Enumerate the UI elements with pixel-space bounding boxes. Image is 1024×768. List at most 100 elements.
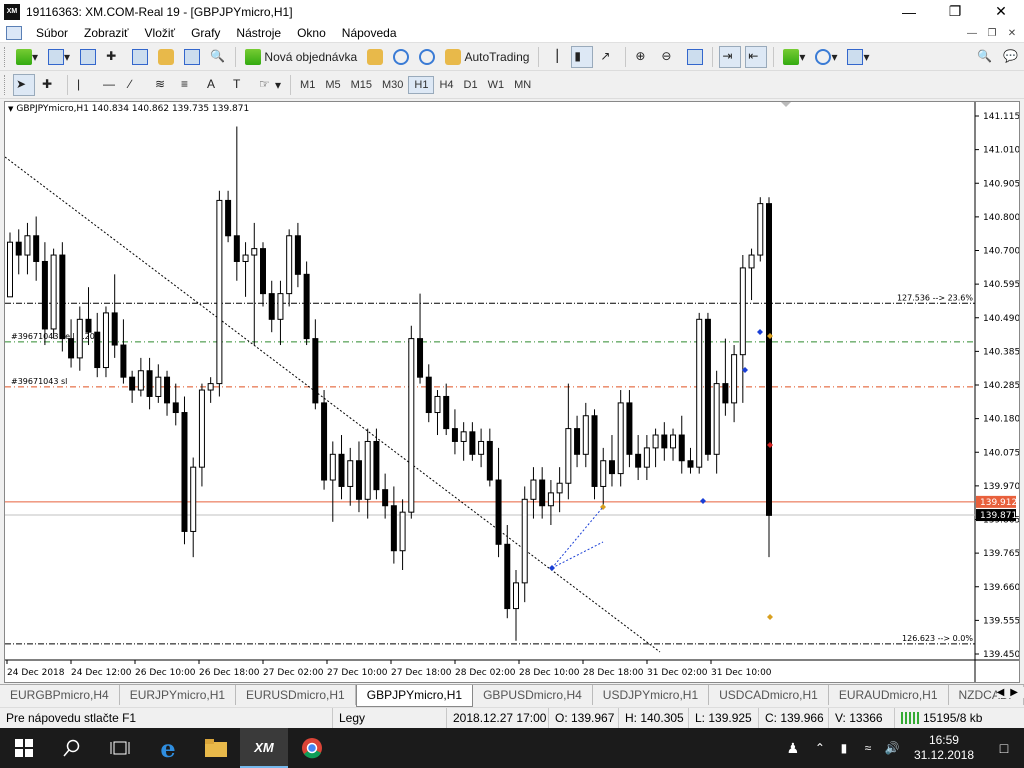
- strategy-tester-button[interactable]: [181, 46, 203, 68]
- menu-okno[interactable]: Okno: [289, 26, 334, 40]
- trendline-tool[interactable]: ∕: [126, 74, 148, 96]
- bear-candle: [722, 383, 729, 404]
- tf-m30[interactable]: M30: [377, 76, 408, 94]
- chevron-up-icon[interactable]: ⌃: [808, 741, 832, 755]
- battery-icon[interactable]: ▮: [832, 741, 856, 755]
- edge-button[interactable]: e: [144, 728, 192, 768]
- x-tick-label: 24 Dec 2018: [7, 668, 65, 678]
- status-profile[interactable]: Legy: [332, 707, 446, 729]
- market-button[interactable]: [416, 46, 438, 68]
- tf-m5[interactable]: M5: [320, 76, 345, 94]
- bear-candle: [260, 248, 266, 295]
- menu-napoveda[interactable]: Nápoveda: [334, 26, 405, 40]
- tab-eurjpy[interactable]: EURJPYmicro,H1: [120, 685, 237, 705]
- menu-subor[interactable]: Súbor: [28, 26, 76, 40]
- tile-windows-button[interactable]: [684, 46, 706, 68]
- horizontal-line-icon: —: [103, 77, 115, 91]
- search-taskbar-button[interactable]: [48, 728, 96, 768]
- chart-window[interactable]: 141.115 141.010 140.905 140.800 140.700 140.5…: [4, 101, 1020, 683]
- vertical-line-tool[interactable]: |: [74, 74, 96, 96]
- signals-button[interactable]: [390, 46, 412, 68]
- search-button[interactable]: 🔍: [974, 46, 996, 68]
- volume-icon[interactable]: 🔊: [880, 741, 904, 755]
- bar-chart-button[interactable]: ▕: [545, 46, 567, 68]
- chat-button[interactable]: 💬: [1000, 46, 1022, 68]
- new-chart-button[interactable]: ▾: [13, 46, 41, 68]
- menu-zobrazit[interactable]: Zobraziť: [76, 26, 137, 40]
- price-chart[interactable]: 141.115 141.010 140.905 140.800 140.700 140.5…: [4, 102, 1020, 682]
- search-icon: [63, 739, 80, 757]
- tab-eurgbp[interactable]: EURGBPmicro,H4: [0, 685, 120, 705]
- menu-nastroje[interactable]: Nástroje: [228, 26, 289, 40]
- bull-candle: [137, 370, 144, 391]
- notifications-icon[interactable]: □: [984, 740, 1024, 756]
- close-button[interactable]: ✕: [978, 0, 1024, 23]
- indicators-button[interactable]: ▾: [780, 46, 808, 68]
- tab-usdcad[interactable]: USDCADmicro,H1: [709, 685, 829, 705]
- autotrading-button[interactable]: AutoTrading: [442, 46, 532, 68]
- bear-candle: [425, 376, 432, 414]
- people-icon[interactable]: ♟: [778, 740, 808, 757]
- navigator-button[interactable]: [129, 46, 151, 68]
- bear-candle: [85, 318, 92, 333]
- tf-d1[interactable]: D1: [459, 76, 483, 94]
- start-button[interactable]: [0, 728, 48, 768]
- periods-button[interactable]: ▾: [812, 46, 840, 68]
- bull-candle: [277, 293, 284, 320]
- maximize-button[interactable]: ❐: [932, 0, 978, 23]
- arrows-tool[interactable]: ☞ ▾: [256, 74, 284, 96]
- tf-m1[interactable]: M1: [295, 76, 320, 94]
- line-chart-button[interactable]: ↗: [597, 46, 619, 68]
- tf-m15[interactable]: M15: [346, 76, 377, 94]
- tab-scroll-right-icon[interactable]: ▶: [1010, 687, 1018, 698]
- tab-eurusd[interactable]: EURUSDmicro,H1: [236, 685, 356, 705]
- tab-usdjpy[interactable]: USDJPYmicro,H1: [593, 685, 710, 705]
- data-window-button[interactable]: ✚: [103, 46, 125, 68]
- bull-candle: [207, 383, 214, 391]
- templates-button[interactable]: ▾: [844, 46, 872, 68]
- trade-marker: [767, 614, 773, 620]
- zoom-in-button[interactable]: ⊕: [632, 46, 654, 68]
- crosshair-tool[interactable]: ✚: [39, 74, 61, 96]
- profiles-button[interactable]: ▾: [45, 46, 73, 68]
- terminal-button[interactable]: [155, 46, 177, 68]
- chart-shift-button[interactable]: ⇤: [745, 46, 768, 68]
- chart-window-icon[interactable]: [6, 25, 22, 40]
- wifi-icon[interactable]: ≈: [856, 741, 880, 755]
- mdi-minimize-button[interactable]: —: [964, 25, 980, 41]
- task-view-button[interactable]: [96, 728, 144, 768]
- horizontal-line-tool[interactable]: —: [100, 74, 122, 96]
- status-connection[interactable]: 15195/8 kb: [894, 707, 1024, 729]
- bull-candle: [286, 235, 293, 295]
- minimize-button[interactable]: —: [886, 0, 932, 23]
- market-watch-button[interactable]: [77, 46, 99, 68]
- tf-h1[interactable]: H1: [408, 76, 435, 94]
- new-order-icon: [245, 49, 262, 65]
- candlestick-button[interactable]: ▮: [571, 46, 594, 68]
- text-tool[interactable]: A: [204, 74, 226, 96]
- zoom-out-button[interactable]: ⊖: [658, 46, 680, 68]
- cursor-tool[interactable]: ➤: [13, 74, 35, 96]
- taskbar-clock[interactable]: 16:59 31.12.2018: [904, 733, 984, 763]
- chrome-button[interactable]: [288, 728, 336, 768]
- mdi-restore-button[interactable]: ❐: [984, 25, 1000, 41]
- text-label-tool[interactable]: T: [230, 74, 252, 96]
- tf-h4[interactable]: H4: [434, 76, 458, 94]
- mdi-close-button[interactable]: ✕: [1004, 25, 1020, 41]
- file-explorer-button[interactable]: [192, 728, 240, 768]
- xm-taskbar-button[interactable]: XM: [240, 728, 288, 768]
- menu-grafy[interactable]: Grafy: [183, 26, 228, 40]
- tab-gbpusd[interactable]: GBPUSDmicro,H4: [473, 685, 593, 705]
- tab-gbpjpy[interactable]: GBPJPYmicro,H1: [355, 685, 474, 707]
- fibonacci-tool[interactable]: ≡: [178, 74, 200, 96]
- auto-scroll-button[interactable]: ⇥: [719, 46, 742, 68]
- channel-tool[interactable]: ≋: [152, 74, 174, 96]
- tf-w1[interactable]: W1: [483, 76, 510, 94]
- tab-euraud[interactable]: EURAUDmicro,H1: [829, 685, 949, 705]
- tf-mn[interactable]: MN: [509, 76, 536, 94]
- tab-scroll-left-icon[interactable]: ◀: [997, 687, 1005, 698]
- print-preview-button[interactable]: 🔍: [207, 46, 229, 68]
- menu-vlozit[interactable]: Vložiť: [137, 26, 184, 40]
- metaeditor-button[interactable]: [364, 46, 386, 68]
- new-order-button[interactable]: Nová objednávka: [242, 46, 360, 68]
